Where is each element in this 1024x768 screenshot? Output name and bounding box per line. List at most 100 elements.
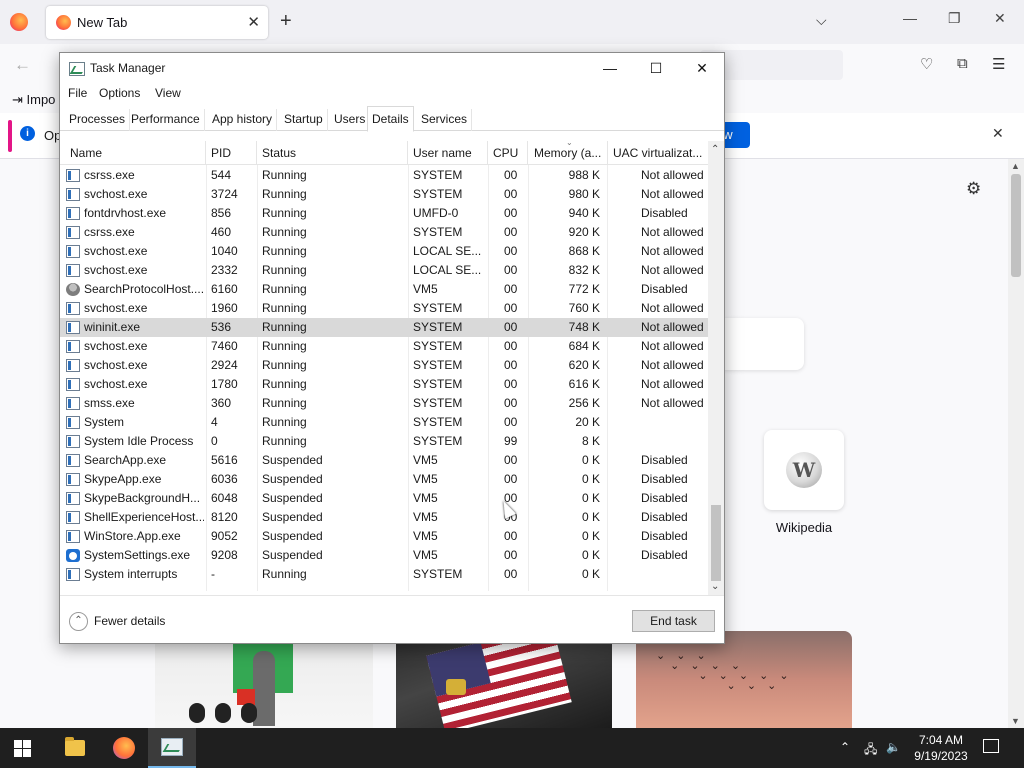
process-status: Suspended [262, 453, 323, 467]
window-icon [66, 226, 80, 239]
scroll-down-icon[interactable]: ⌄ [711, 581, 719, 592]
process-user: UMFD-0 [413, 206, 459, 220]
fewer-details-link[interactable]: Fewer details [94, 614, 165, 628]
close-button[interactable]: ✕ [679, 56, 725, 80]
menu-view[interactable]: View [155, 86, 181, 100]
column-header-name[interactable]: Name [65, 141, 206, 165]
story-card-3[interactable]: ⌄ ⌄ ⌄ ⌄ ⌄ ⌄ ⌄ ⌄ ⌄ ⌄ ⌄ ⌄ ⌄ ⌄ ⌄ [636, 631, 852, 728]
column-header-uac[interactable]: UAC virtualizat... [608, 141, 708, 165]
back-arrow-icon[interactable]: ← [14, 55, 31, 75]
table-row[interactable]: SystemSettings.exe 9208 Suspended VM5 00 0 K D… [60, 546, 708, 565]
column-header-user-name[interactable]: User name [408, 141, 488, 165]
tab-startup[interactable]: Startup [280, 109, 328, 131]
table-row[interactable]: SearchApp.exe 5616 Suspended VM5 00 0 K Disabl… [60, 451, 708, 470]
table-row[interactable]: svchost.exe 7460 Running SYSTEM 00 684 K Not a… [60, 337, 708, 356]
maximize-button[interactable]: ☐ [633, 56, 679, 80]
taskbar-firefox[interactable] [99, 728, 147, 768]
new-tab-button[interactable]: + [280, 10, 292, 33]
table-row[interactable]: SkypeBackgroundH... 6048 Suspended VM5 00 0 K… [60, 489, 708, 508]
scroll-thumb[interactable] [711, 505, 721, 581]
volume-muted-icon[interactable]: 🔈 [886, 740, 901, 754]
browser-tab[interactable]: New Tab ✕ [46, 6, 268, 39]
table-row[interactable]: svchost.exe 1780 Running SYSTEM 00 616 K Not a… [60, 375, 708, 394]
process-user: SYSTEM [413, 301, 463, 315]
minimize-button[interactable]: — [587, 56, 633, 80]
scroll-down-icon[interactable]: ▼ [1011, 716, 1020, 726]
tab-users[interactable]: Users [330, 109, 371, 131]
table-row[interactable]: SkypeApp.exe 6036 Suspended VM5 00 0 K Disable… [60, 470, 708, 489]
table-row[interactable]: svchost.exe 1960 Running SYSTEM 00 760 K Not a… [60, 299, 708, 318]
taskbar-file-explorer[interactable] [50, 728, 98, 768]
menu-file[interactable]: File [68, 86, 87, 100]
process-name: svchost.exe [84, 187, 148, 201]
extensions-icon[interactable]: ⧉ [957, 55, 968, 72]
window-icon [66, 416, 80, 429]
process-name: svchost.exe [84, 301, 148, 315]
table-row[interactable]: SearchProtocolHost.... 6160 Running VM5 00 77… [60, 280, 708, 299]
process-memory: 8 K [581, 434, 600, 448]
process-memory: 0 K [581, 548, 600, 562]
table-row[interactable]: svchost.exe 2332 Running LOCAL SE... 00 832 K… [60, 261, 708, 280]
firefox-menu-icon[interactable] [10, 13, 28, 31]
table-row[interactable]: System interrupts - Running SYSTEM 00 0 K [60, 565, 708, 584]
table-row[interactable]: svchost.exe 3724 Running SYSTEM 00 980 K Not a… [60, 185, 708, 204]
title-bar[interactable]: Task Manager — ☐ ✕ [60, 53, 724, 83]
table-row[interactable]: System 4 Running SYSTEM 00 20 K [60, 413, 708, 432]
network-icon[interactable]: 🖧 [864, 740, 877, 761]
scroll-up-icon[interactable]: ▲ [1011, 161, 1020, 171]
import-bookmarks-link[interactable]: ⇥ Impo [12, 92, 55, 108]
tab-details[interactable]: Details [367, 106, 414, 132]
window-icon [66, 473, 80, 486]
process-uac: Disabled [641, 510, 688, 524]
restore-icon[interactable]: ❐ [948, 10, 961, 27]
process-user: SYSTEM [413, 377, 463, 391]
table-row[interactable]: csrss.exe 544 Running SYSTEM 00 988 K Not allo… [60, 166, 708, 185]
table-row[interactable]: fontdrvhost.exe 856 Running UMFD-0 00 940 K Di… [60, 204, 708, 223]
process-user: SYSTEM [413, 339, 463, 353]
info-icon: i [20, 126, 35, 141]
column-header-cpu[interactable]: CPU [488, 141, 528, 165]
close-window-icon[interactable]: ✕ [994, 10, 1006, 27]
tab-close-icon[interactable]: ✕ [247, 13, 260, 31]
minimize-icon[interactable]: — [903, 10, 917, 26]
gear-icon[interactable]: ⚙ [966, 179, 981, 199]
grid-scrollbar[interactable]: ⌃ ⌄ [708, 141, 724, 596]
scroll-up-icon[interactable]: ⌃ [711, 144, 719, 155]
window-icon [66, 188, 80, 201]
pocket-icon[interactable]: ♡ [920, 55, 933, 73]
list-all-tabs-icon[interactable]: ⌵ [816, 12, 827, 29]
table-row[interactable]: WinStore.App.exe 9052 Suspended VM5 00 0 K Dis… [60, 527, 708, 546]
table-row[interactable]: System Idle Process 0 Running SYSTEM 99 8 K [60, 432, 708, 451]
table-row[interactable]: svchost.exe 1040 Running LOCAL SE... 00 868 K… [60, 242, 708, 261]
tab-app-history[interactable]: App history [208, 109, 278, 131]
tab-processes[interactable]: Processes [65, 109, 131, 131]
story-card-1[interactable] [155, 631, 373, 728]
process-user: VM5 [413, 472, 438, 486]
column-header-pid[interactable]: PID [206, 141, 257, 165]
taskbar-task-manager[interactable] [148, 728, 196, 768]
newtab-search-box[interactable] [724, 318, 804, 370]
scroll-thumb[interactable] [1011, 174, 1021, 277]
notification-close-icon[interactable]: ✕ [992, 125, 1004, 142]
chevron-up-icon[interactable]: ⌃ [69, 612, 88, 631]
windows-start-icon[interactable] [14, 740, 32, 757]
process-pid: 536 [211, 320, 232, 334]
table-row[interactable]: smss.exe 360 Running SYSTEM 00 256 K Not allow… [60, 394, 708, 413]
column-header-status[interactable]: Status [257, 141, 408, 165]
action-center-icon[interactable] [983, 739, 999, 753]
tab-performance[interactable]: Performance [127, 109, 205, 131]
tab-services[interactable]: Services [417, 109, 473, 131]
menu-options[interactable]: Options [99, 86, 140, 100]
table-row[interactable]: wininit.exe 536 Running SYSTEM 00 748 K Not al… [60, 318, 708, 337]
end-task-button[interactable]: End task [632, 610, 715, 632]
clock[interactable]: 7:04 AM 9/19/2023 [905, 732, 977, 764]
hamburger-menu-icon[interactable]: ☰ [992, 55, 1005, 73]
story-card-2[interactable] [396, 631, 612, 728]
process-name: System interrupts [84, 567, 178, 581]
process-status: Suspended [262, 548, 323, 562]
table-row[interactable]: ShellExperienceHost... 8120 Suspended VM5 00… [60, 508, 708, 527]
show-hidden-icons-icon[interactable]: ⌃ [840, 740, 850, 754]
page-scrollbar[interactable]: ▲ ▼ [1008, 159, 1024, 728]
table-row[interactable]: csrss.exe 460 Running SYSTEM 00 920 K Not allo… [60, 223, 708, 242]
table-row[interactable]: svchost.exe 2924 Running SYSTEM 00 620 K Not a… [60, 356, 708, 375]
